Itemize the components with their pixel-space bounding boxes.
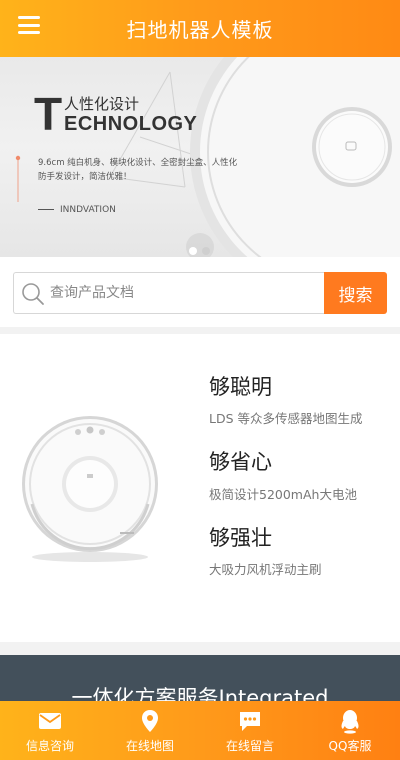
nav-item-online-message[interactable]: 在线留言 <box>200 701 300 760</box>
feature-title: 够聪明 <box>209 375 272 399</box>
features-section: 够聪明 LDS 等众多传感器地图生成 够省心 极简设计5200mAh大电池 够强… <box>0 334 400 642</box>
nav-item-online-map[interactable]: 在线地图 <box>100 701 200 760</box>
carousel-dot[interactable] <box>202 247 210 255</box>
chat-icon <box>240 712 260 731</box>
top-header: 扫地机器人模板 <box>0 0 400 57</box>
carousel-dot-active[interactable] <box>189 247 197 255</box>
feature-description: 极简设计5200mAh大电池 <box>209 486 357 502</box>
nav-label: 在线留言 <box>225 739 274 753</box>
search-section: 搜索 <box>0 257 400 327</box>
page-title: 扫地机器人模板 <box>126 18 274 42</box>
feature-list: 够聪明 LDS 等众多传感器地图生成 够省心 极简设计5200mAh大电池 够强… <box>209 374 363 600</box>
nav-label: QQ客服 <box>328 739 372 753</box>
feature-title: 够省心 <box>209 450 272 475</box>
nav-item-info-consult[interactable]: 信息咨询 <box>0 701 100 760</box>
feature-description: LDS 等众多传感器地图生成 <box>209 411 363 427</box>
banner-innovation: INNDVATION <box>38 205 116 215</box>
banner-tech-word: ECHNOLOGY <box>64 113 198 135</box>
nav-label: 信息咨询 <box>25 739 74 753</box>
nav-label: 在线地图 <box>125 739 174 753</box>
feature-description: 大吸力风机浮动主刷 <box>209 561 322 577</box>
bottom-nav: 信息咨询 在线地图 在线留言 QQ客服 <box>0 701 400 760</box>
banner-description: 9.6cm 纯白机身、模块化设计、全密封尘盒、人性化防手发设计，简洁优雅！ <box>38 158 238 182</box>
nav-item-qq-service[interactable]: QQ客服 <box>300 701 400 760</box>
search-input[interactable] <box>50 273 320 313</box>
hero-banner[interactable]: T 人性化设计 ECHNOLOGY 9.6cm 纯白机身、模块化设计、全密封尘盒… <box>0 57 400 257</box>
banner-big-letter: T <box>34 88 63 140</box>
menu-icon[interactable] <box>18 16 40 34</box>
search-button[interactable]: 搜索 <box>324 272 387 314</box>
banner-subtitle: 人性化设计 <box>64 95 140 113</box>
qq-icon <box>341 710 359 734</box>
feature-item: 够强壮 大吸力风机浮动主刷 <box>209 525 363 578</box>
robot-vacuum-image <box>22 416 158 562</box>
search-icon <box>22 283 44 305</box>
carousel-dots <box>189 247 210 255</box>
search-box <box>13 272 325 314</box>
feature-item: 够聪明 LDS 等众多传感器地图生成 <box>209 374 363 427</box>
mail-icon <box>39 713 61 729</box>
map-pin-icon <box>142 710 158 732</box>
feature-title: 够强壮 <box>209 525 272 550</box>
feature-item: 够省心 极简设计5200mAh大电池 <box>209 449 363 502</box>
